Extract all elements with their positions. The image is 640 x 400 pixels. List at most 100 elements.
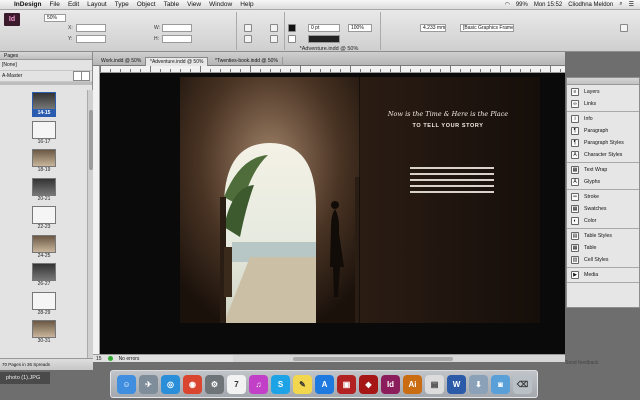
chrome-icon[interactable]: ◉ [183, 374, 202, 394]
menu-object[interactable]: Object [137, 1, 156, 8]
panel-item-layers[interactable]: ≡ Layers [567, 86, 639, 98]
panel-menu-icon[interactable] [620, 24, 628, 32]
page-spread-thumb[interactable]: 22-23 [32, 206, 56, 231]
menu-edit[interactable]: Edit [68, 1, 79, 8]
master-a[interactable]: A-Master [0, 71, 92, 82]
itunes-icon[interactable]: ♫ [249, 374, 268, 394]
y-field[interactable] [76, 35, 106, 43]
h-field[interactable] [162, 35, 192, 43]
page-spread-thumb[interactable]: 30-31 [32, 320, 56, 345]
page-spread-thumb[interactable]: 26-27 [32, 263, 56, 288]
panel-item-table[interactable]: ▦ Table [567, 242, 639, 254]
menu-help[interactable]: Help [240, 1, 253, 8]
panel-item-text-wrap[interactable]: ▦ Text Wrap [567, 164, 639, 176]
stroke-weight-field[interactable]: 0 pt [308, 24, 340, 32]
launchpad-icon[interactable]: ✈ [139, 374, 158, 394]
body-text-line[interactable] [410, 179, 494, 181]
desktop-file-label[interactable]: photo (1).JPG [0, 372, 50, 384]
menu-file[interactable]: File [49, 1, 59, 8]
page-spread[interactable]: Now is the Time & Here is the Place TO T… [180, 77, 540, 323]
page-spread-thumb[interactable]: 16-17 [32, 120, 56, 146]
page-number-field[interactable]: 15 [96, 355, 102, 363]
horizontal-scrollbar[interactable] [233, 354, 565, 362]
panel-item-paragraph-styles[interactable]: ¶ Paragraph Styles [567, 137, 639, 149]
panel-dock-header[interactable] [567, 78, 639, 85]
panel-item-paragraph[interactable]: ¶ Paragraph [567, 125, 639, 137]
acrobat-icon[interactable]: ◆ [359, 374, 378, 394]
page-spread-thumb[interactable]: 14-15 [32, 92, 56, 117]
panel-item-media[interactable]: ▶ Media [567, 269, 639, 281]
flip-vertical-icon[interactable] [270, 35, 278, 43]
subhead-text[interactable]: TO TELL YOUR STORY [368, 123, 528, 129]
appstore-icon[interactable]: A [315, 374, 334, 394]
menu-view[interactable]: View [187, 1, 201, 8]
menu-window[interactable]: Window [209, 1, 232, 8]
rotate-icon[interactable] [244, 24, 252, 32]
body-text-line[interactable] [410, 167, 494, 169]
tab-work[interactable]: Work.indd @ 50% [97, 57, 147, 66]
illustrator-icon[interactable]: Ai [403, 374, 422, 394]
safari-icon[interactable]: ◎ [161, 374, 180, 394]
panel-item-links[interactable]: ∞ Links [567, 98, 639, 110]
zoom-field[interactable]: 50% [44, 14, 66, 22]
tunnel-photo[interactable] [180, 77, 360, 323]
page-spread-thumb[interactable]: 20-21 [32, 177, 56, 203]
send-feedback-link[interactable]: Send feedback [565, 360, 620, 368]
stroke-swatch-icon[interactable] [288, 35, 296, 43]
panel-item-info[interactable]: i Info [567, 113, 639, 125]
panel-item-stroke[interactable]: ═ Stroke [567, 191, 639, 203]
battery-percent[interactable]: 99% [516, 2, 528, 8]
flip-horizontal-icon[interactable] [270, 24, 278, 32]
h-scroll-thumb[interactable] [293, 357, 453, 361]
preflight-status[interactable]: No errors [119, 355, 140, 363]
page-spread-thumb[interactable]: 18-19 [32, 149, 56, 174]
panel-divider[interactable] [0, 82, 92, 85]
trash-icon[interactable]: ⌫ [513, 374, 532, 394]
photo-booth-icon[interactable]: ▣ [337, 374, 356, 394]
app-menu[interactable]: InDesign [14, 1, 41, 8]
spacing-field[interactable]: 4.233 mm [420, 24, 446, 32]
opacity-field[interactable]: 100% [348, 24, 372, 32]
document-canvas[interactable]: Now is the Time & Here is the Place TO T… [100, 73, 565, 354]
panel-item-table-styles[interactable]: ▤ Table Styles [567, 230, 639, 242]
panel-item-swatches[interactable]: ▦ Swatches [567, 203, 639, 215]
headline-text[interactable]: Now is the Time & Here is the Place [368, 110, 528, 118]
x-field[interactable] [76, 24, 106, 32]
system-preferences-icon[interactable]: ⚙ [205, 374, 224, 394]
wifi-icon[interactable]: ◠ [505, 1, 510, 8]
spotlight-icon[interactable]: ⌕ [619, 1, 622, 8]
pages-panel-tab[interactable]: Pages [0, 52, 92, 60]
body-text-line[interactable] [410, 185, 494, 187]
object-style-field[interactable]: [Basic Graphics Frame]+ [460, 24, 514, 32]
indesign-icon[interactable]: Id [381, 374, 400, 394]
notifications-icon[interactable]: ☰ [629, 1, 634, 8]
tab-twenties-book[interactable]: *Twenties-book.indd @ 50% [211, 57, 283, 66]
menu-table[interactable]: Table [164, 1, 180, 8]
calendar-icon[interactable]: 7 [227, 374, 246, 394]
body-text-line[interactable] [410, 173, 494, 175]
panel-item-character-styles[interactable]: A Character Styles [567, 149, 639, 161]
fill-swatch-icon[interactable] [288, 24, 296, 32]
shear-icon[interactable] [244, 35, 252, 43]
finder-icon[interactable]: ☺ [117, 374, 136, 394]
panel-item-cell-styles[interactable]: ▥ Cell Styles [567, 254, 639, 266]
horizontal-ruler[interactable] [100, 66, 565, 73]
page-spread-thumb[interactable]: 24-25 [32, 234, 56, 260]
menu-type[interactable]: Type [115, 1, 129, 8]
tab-adventure[interactable]: *Adventure.indd @ 50% [145, 57, 209, 66]
word-icon[interactable]: W [447, 374, 466, 394]
downloads-icon[interactable]: ⬇ [469, 374, 488, 394]
clock[interactable]: Mon 15:52 [534, 2, 562, 8]
vertical-ruler[interactable] [93, 66, 100, 354]
w-field[interactable] [162, 24, 192, 32]
camera-icon[interactable]: ◙ [491, 374, 510, 394]
preview-icon[interactable]: ▤ [425, 374, 444, 394]
skype-icon[interactable]: S [271, 374, 290, 394]
pages-thumbnail-list[interactable]: 14-15 16-17 18-19 20-21 22-23 24-25 26-27 28-29… [0, 90, 87, 358]
page-spread-thumb[interactable]: 28-29 [32, 291, 56, 317]
stickies-icon[interactable]: ✎ [293, 374, 312, 394]
menu-layout[interactable]: Layout [87, 1, 107, 8]
stroke-type-field[interactable] [308, 35, 340, 43]
master-none[interactable]: [None] [0, 60, 92, 71]
body-text-line[interactable] [410, 191, 494, 193]
